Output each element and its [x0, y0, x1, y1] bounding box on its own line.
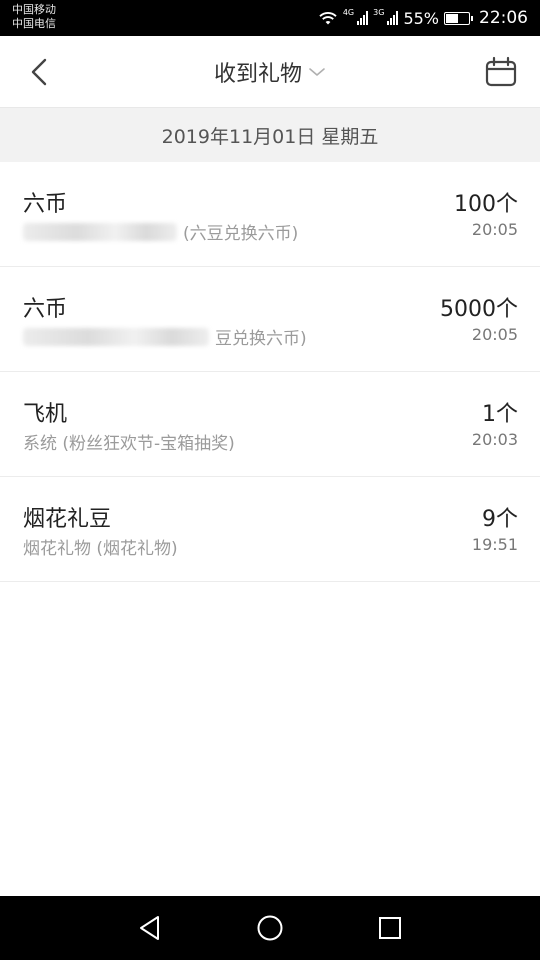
gift-row[interactable]: 飞机 系统 (粉丝狂欢节-宝箱抽奖) 1个 20:03	[0, 372, 540, 477]
gift-row[interactable]: 六币 豆兑换六币) 5000个 20:05	[0, 267, 540, 372]
date-section-header: 2019年11月01日 星期五	[0, 108, 540, 162]
network-type-2: 3G	[373, 8, 385, 17]
gift-name: 六币	[23, 297, 68, 322]
gift-source: 豆兑换六币)	[215, 329, 307, 349]
gift-source-row: (六豆兑换六币)	[23, 219, 298, 244]
nav-recents-button[interactable]	[372, 910, 408, 946]
gift-name: 烟花礼豆	[23, 507, 112, 532]
gift-name: 飞机	[23, 402, 68, 427]
nav-back-triangle-icon	[140, 916, 159, 940]
battery-icon	[444, 11, 473, 25]
gift-name: 六币	[23, 192, 68, 217]
app-header: 收到礼物	[0, 36, 540, 108]
system-nav-bar	[0, 896, 540, 960]
section-date: 2019年11月01日 星期五	[161, 125, 379, 148]
signal-1-icon	[357, 11, 369, 25]
carrier-labels: 中国移动 中国电信	[12, 3, 56, 31]
status-indicators: 4G 3G 55% 22:06	[318, 0, 528, 36]
carrier-2: 中国电信	[12, 17, 56, 30]
gift-time: 20:03	[471, 430, 518, 449]
gift-source: 系统 (粉丝狂欢节-宝箱抽奖)	[23, 434, 235, 454]
title-dropdown[interactable]: 收到礼物	[0, 36, 540, 108]
gift-count: 1个	[482, 402, 518, 427]
blurred-sender	[23, 222, 177, 241]
gift-source: 烟花礼物 (烟花礼物)	[23, 539, 178, 559]
gift-list: 六币 (六豆兑换六币) 100个 20:05 六币 豆兑换六币) 5000个 2…	[0, 162, 540, 582]
network-type-1: 4G	[342, 8, 355, 17]
gift-time: 20:05	[471, 220, 518, 239]
calendar-button[interactable]	[484, 56, 518, 88]
carrier-1: 中国移动	[12, 3, 56, 16]
gift-count: 100个	[454, 192, 518, 217]
gift-row[interactable]: 烟花礼豆 烟花礼物 (烟花礼物) 9个 19:51	[0, 477, 540, 582]
blurred-sender	[23, 327, 209, 346]
gift-time: 19:51	[471, 535, 518, 554]
battery-percent: 55%	[403, 8, 439, 28]
gift-row[interactable]: 六币 (六豆兑换六币) 100个 20:05	[0, 162, 540, 267]
gift-count: 9个	[482, 507, 518, 532]
gift-source: (六豆兑换六币)	[183, 224, 299, 244]
status-time: 22:06	[479, 8, 528, 28]
gift-source-row: 烟花礼物 (烟花礼物)	[23, 534, 178, 559]
wifi-icon	[319, 12, 337, 25]
nav-back-button[interactable]	[132, 910, 168, 946]
gift-source-row: 豆兑换六币)	[23, 324, 307, 349]
signal-2-icon	[387, 11, 399, 25]
nav-recents-square-icon	[379, 917, 401, 939]
gift-time: 20:05	[471, 325, 518, 344]
calendar-icon	[485, 56, 517, 87]
nav-home-button[interactable]	[252, 910, 288, 946]
page-title: 收到礼物	[213, 62, 302, 87]
gift-records-screen: 中国移动 中国电信 4G 3G 55% 22:06 收到礼物 2019年11月0…	[0, 0, 540, 960]
chevron-down-icon	[309, 68, 325, 76]
battery-level-fill	[446, 13, 458, 23]
gift-source-row: 系统 (粉丝狂欢节-宝箱抽奖)	[23, 429, 235, 454]
gift-count: 5000个	[440, 297, 518, 322]
status-bar: 中国移动 中国电信 4G 3G 55% 22:06	[0, 0, 540, 36]
nav-home-circle-icon	[257, 915, 283, 941]
